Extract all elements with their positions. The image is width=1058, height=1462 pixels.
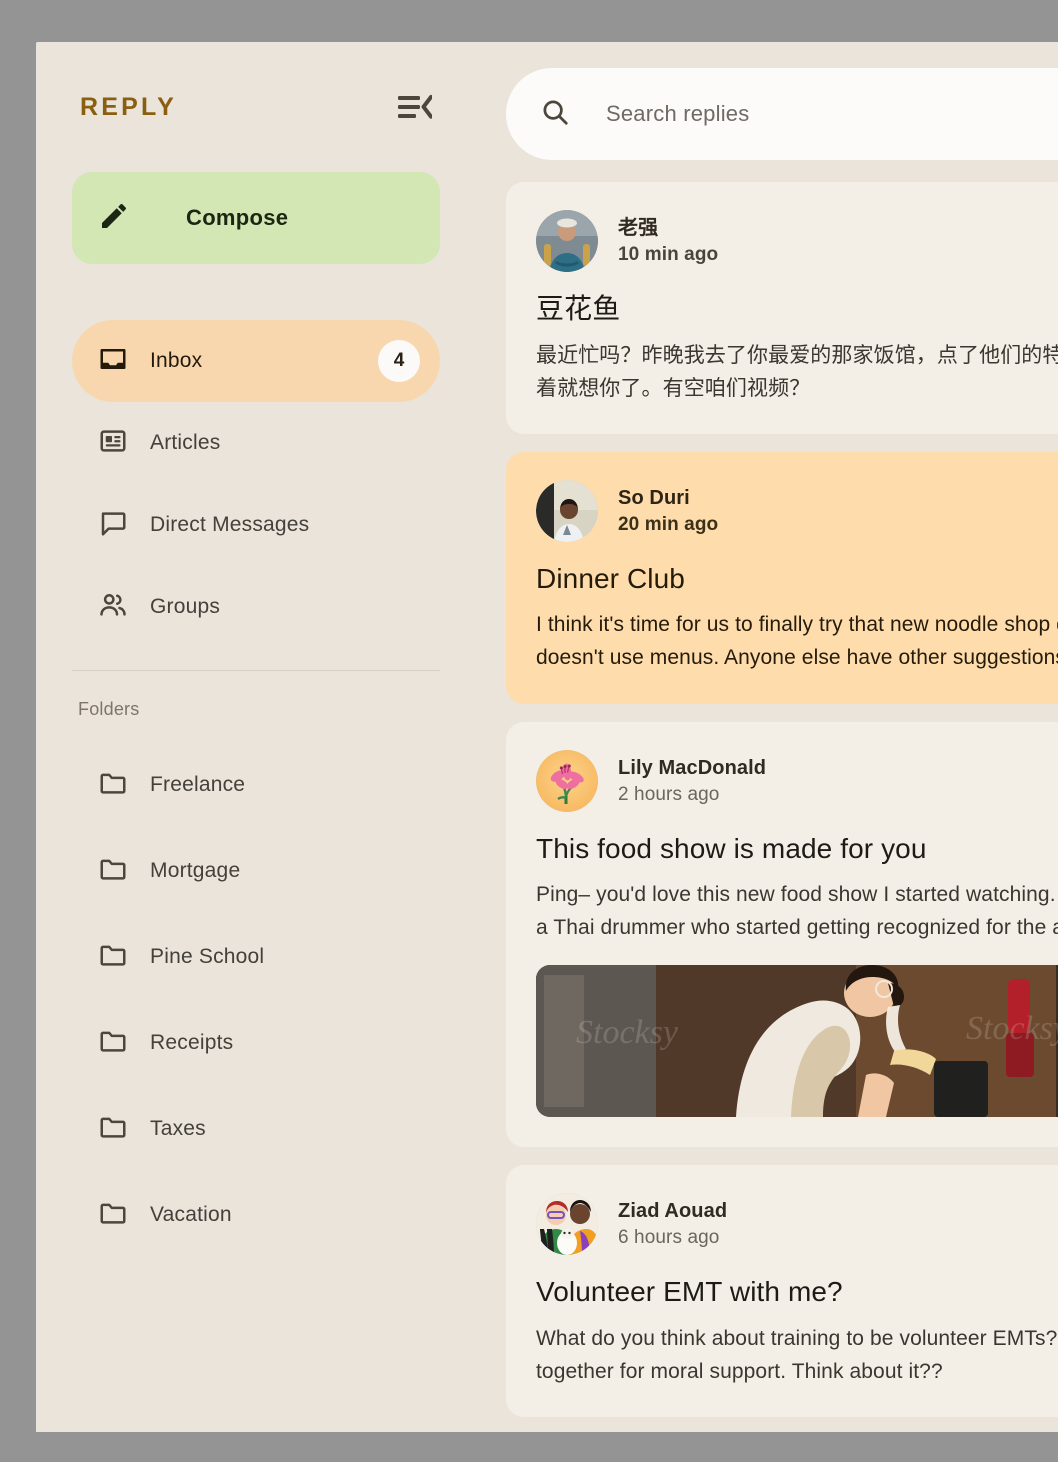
sidebar-item-label: Articles [150,431,221,454]
avatar [536,479,598,542]
mail-body-line: together for moral support. Think about … [536,1359,943,1383]
mail-header: 老强 10 min ago [536,210,1058,272]
inbox-icon [98,344,128,379]
timestamp: 10 min ago [618,244,719,265]
timestamp: 6 hours ago [618,1227,720,1249]
main-content: Search replies 老强 10 min ago 豆花鱼 最近忙吗？昨晚… [476,42,1058,1432]
mail-card[interactable]: Ziad Aouad 6 hours ago Volunteer EMT wit… [506,1165,1058,1417]
mail-meta: Lily MacDonald 2 hours ago [618,756,766,806]
sidebar-item-direct-messages[interactable]: Direct Messages [72,484,440,566]
mail-header: Lily MacDonald 2 hours ago [536,749,1058,812]
app-brand-title: REPLY [80,92,178,121]
mail-card[interactable]: Lily MacDonald 2 hours ago This food sho… [506,721,1058,1148]
sidebar-folder-vacation[interactable]: Vacation [72,1172,440,1258]
pencil-icon [98,200,130,237]
sender-name: Ziad Aouad [618,1200,728,1223]
mail-body-line: 着就想你了。有空咱们视频？ [536,376,811,400]
sender-name: 老强 [618,217,659,239]
mail-meta: Ziad Aouad 6 hours ago [618,1199,727,1249]
mail-body-line: a Thai drummer who started getting recog… [536,916,1058,940]
sidebar-nav: Inbox 4 Articles Direct Messages Groups [56,320,456,648]
app-window: REPLY Compose Inbox 4 Articles Direct Me… [36,42,1058,1432]
folder-icon [98,768,128,803]
sidebar: REPLY Compose Inbox 4 Articles Direct Me… [36,42,476,1432]
inbox-unread-badge: 4 [378,340,420,382]
sidebar-item-label: Groups [150,595,221,618]
sidebar-item-label: Direct Messages [150,513,310,536]
avatar [536,210,598,272]
mail-subject: This food show is made for you [536,832,927,864]
sidebar-header: REPLY [56,42,456,172]
mail-header: So Duri 20 min ago [536,479,1058,542]
sidebar-folder-freelance[interactable]: Freelance [72,742,440,828]
sidebar-folder-taxes[interactable]: Taxes [72,1086,440,1172]
mail-subject: Volunteer EMT with me? [536,1276,843,1308]
folder-icon [98,940,128,975]
compose-label: Compose [186,205,289,230]
mail-card[interactable]: 老强 10 min ago 豆花鱼 最近忙吗？昨晚我去了你最爱的那家饭馆，点了他… [506,182,1058,434]
mail-body-line: Ping– you'd love this new food show I st… [536,883,1058,907]
search-input[interactable]: Search replies [606,101,749,127]
sidebar-item-groups[interactable]: Groups [72,566,440,648]
folder-icon [98,1198,128,1233]
sidebar-folder-mortgage[interactable]: Mortgage [72,828,440,914]
mail-body-line: doesn't use menus. Anyone else have othe… [536,646,1058,670]
sidebar-item-inbox[interactable]: Inbox 4 [72,320,440,402]
mail-meta: So Duri 20 min ago [618,486,718,536]
compose-button[interactable]: Compose [72,172,440,264]
sender-name: So Duri [618,486,690,509]
mail-body-line: What do you think about training to be v… [536,1326,1058,1350]
avatar [536,1193,598,1256]
mail-subject: Dinner Club [536,562,685,594]
sidebar-folder-label: Taxes [150,1117,206,1140]
folder-icon [98,1026,128,1061]
mail-body-line: I think it's time for us to finally try … [536,613,1058,637]
sidebar-divider [72,670,440,671]
mail-list: 老强 10 min ago 豆花鱼 最近忙吗？昨晚我去了你最爱的那家饭馆，点了他… [506,182,1058,1432]
svg-text:Stocksy: Stocksy [576,1014,679,1051]
sidebar-folder-label: Mortgage [150,859,241,882]
sidebar-folder-pine-school[interactable]: Pine School [72,914,440,1000]
svg-text:Stocksy: Stocksy [966,1010,1058,1047]
sidebar-folder-label: Pine School [150,945,265,968]
mail-subject: 豆花鱼 [536,293,621,324]
people-icon [98,590,128,625]
sidebar-folder-label: Freelance [150,773,246,796]
chat-bubble-icon [98,508,128,543]
mail-card[interactable]: So Duri 20 min ago Dinner Club I think i… [506,451,1058,704]
article-icon [98,426,128,461]
folder-icon [98,854,128,889]
search-icon [540,97,570,132]
mail-header: Ziad Aouad 6 hours ago [536,1193,1058,1256]
menu-collapse-icon[interactable] [398,90,432,124]
sidebar-folder-label: Receipts [150,1031,234,1054]
sidebar-item-articles[interactable]: Articles [72,402,440,484]
mail-meta: 老强 10 min ago [618,216,718,266]
sidebar-folder-receipts[interactable]: Receipts [72,1000,440,1086]
sidebar-folders: Freelance Mortgage Pine School Receipts … [56,742,456,1258]
timestamp: 20 min ago [618,513,719,535]
sidebar-folder-label: Vacation [150,1203,232,1226]
sender-name: Lily MacDonald [618,756,767,779]
search-bar[interactable]: Search replies [506,68,1058,160]
timestamp: 2 hours ago [618,783,720,805]
mail-attachment-image[interactable]: Stocksy Stocksy [536,965,1058,1118]
sidebar-item-label: Inbox [150,349,203,372]
folders-section-title: Folders [78,699,140,719]
mail-body-line: 最近忙吗？昨晚我去了你最爱的那家饭馆，点了他们的特色 [536,343,1058,367]
avatar [536,749,598,812]
folder-icon [98,1112,128,1147]
